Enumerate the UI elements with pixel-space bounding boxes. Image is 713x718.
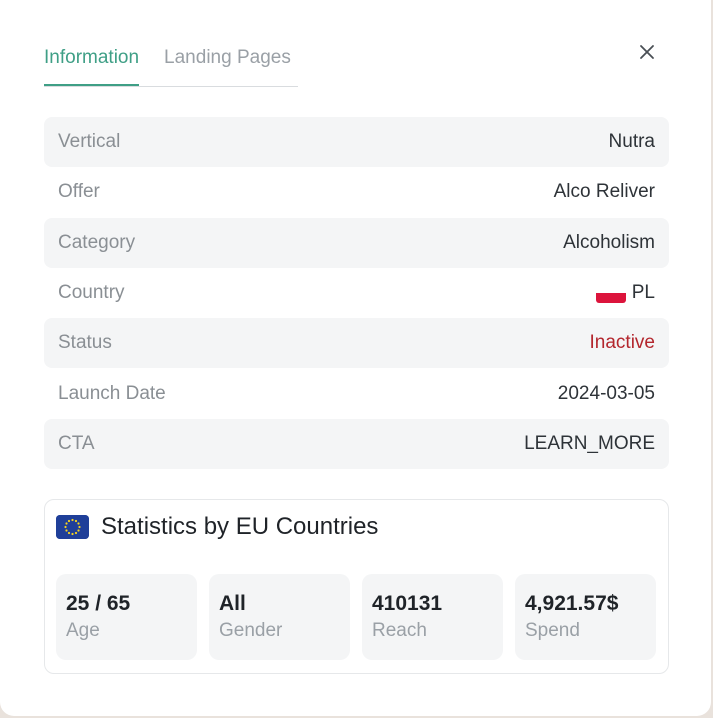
- stat-label: Spend: [525, 620, 580, 641]
- stat-card-spend: 4,921.57$ Spend: [515, 574, 656, 660]
- campaign-details-modal: Information Landing Pages Vertical Nutra…: [0, 0, 711, 716]
- stat-value: 410131: [372, 592, 443, 615]
- country-value: PL: [595, 282, 655, 304]
- status-value: Inactive: [589, 332, 655, 354]
- info-label: Offer: [58, 181, 100, 203]
- info-list: Vertical Nutra Offer Alco Reliver Catego…: [44, 117, 669, 470]
- info-value: LEARN_MORE: [524, 432, 655, 454]
- close-button[interactable]: [637, 42, 657, 62]
- country-code: PL: [631, 282, 655, 304]
- stat-value: 25 / 65: [66, 592, 131, 615]
- info-label: Status: [58, 332, 112, 354]
- stat-label: Reach: [372, 620, 427, 641]
- tab-bar: Information Landing Pages: [44, 44, 298, 87]
- close-icon: [640, 45, 654, 59]
- info-row-vertical: Vertical Nutra: [44, 117, 669, 168]
- tab-landing-pages[interactable]: Landing Pages: [164, 44, 291, 85]
- info-value: Alco Reliver: [553, 181, 655, 203]
- stat-value: 4,921.57$: [525, 592, 619, 615]
- info-row-offer: Offer Alco Reliver: [44, 167, 669, 217]
- eu-flag-icon: [56, 515, 89, 539]
- stat-label: Age: [66, 620, 100, 641]
- stat-card-reach: 410131 Reach: [362, 574, 503, 660]
- stat-card-age: 25 / 65 Age: [56, 574, 197, 660]
- stat-label: Gender: [219, 620, 283, 641]
- tab-information[interactable]: Information: [44, 44, 140, 86]
- info-value: Alcoholism: [563, 231, 655, 253]
- stat-card-gender: All Gender: [209, 574, 350, 660]
- info-row-country: Country PL: [44, 268, 669, 318]
- poland-flag-icon: [595, 283, 626, 304]
- stat-value: All: [219, 592, 246, 615]
- info-label: Vertical: [58, 131, 121, 153]
- info-row-status: Status Inactive: [44, 318, 669, 369]
- eu-statistics-panel: Statistics by EU Countries 25 / 65 Age A…: [44, 499, 669, 674]
- info-row-launch-date: Launch Date 2024-03-05: [44, 368, 669, 418]
- stats-cards: 25 / 65 Age All Gender 410131 Reach 4,92…: [56, 574, 656, 660]
- info-label: CTA: [58, 432, 95, 454]
- info-row-cta: CTA LEARN_MORE: [44, 418, 669, 470]
- info-value: Nutra: [608, 131, 655, 153]
- stats-title: Statistics by EU Countries: [101, 513, 379, 540]
- info-label: Launch Date: [58, 382, 166, 404]
- info-label: Country: [58, 282, 125, 304]
- info-row-category: Category Alcoholism: [44, 217, 669, 268]
- info-label: Category: [58, 231, 136, 253]
- info-value: 2024-03-05: [557, 382, 655, 404]
- stats-header: Statistics by EU Countries: [56, 513, 378, 541]
